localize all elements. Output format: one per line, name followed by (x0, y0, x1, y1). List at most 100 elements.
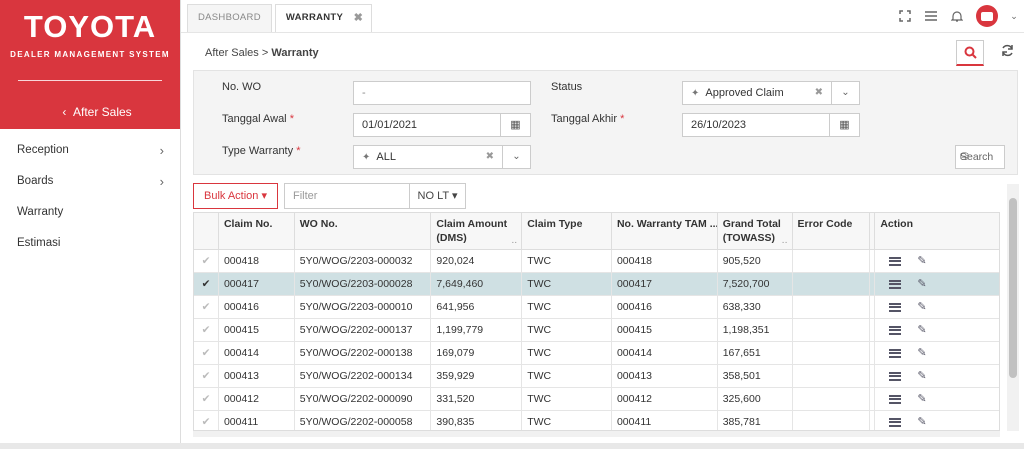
table-row[interactable]: ✔ 000417 5Y0/WOG/2203-000028 7,649,460 TWC 00… (194, 273, 999, 296)
row-checkbox[interactable]: ✔ (194, 342, 219, 364)
no-wo-input[interactable]: - (353, 81, 531, 105)
chevron-right-icon: › (159, 174, 164, 189)
table-row[interactable]: ✔ 000414 5Y0/WOG/2202-000138 169,079 TWC 0004… (194, 342, 999, 365)
chevron-down-icon[interactable]: ⌄ (1010, 9, 1018, 23)
chevron-down-icon[interactable]: ⌄ (831, 82, 859, 104)
row-checkbox[interactable]: ✔ (194, 411, 219, 430)
view-list-icon[interactable] (889, 417, 902, 427)
avatar[interactable] (976, 5, 998, 27)
table-row[interactable]: ✔ 000416 5Y0/WOG/2203-000010 641,956 TWC 0004… (194, 296, 999, 319)
col-error-code[interactable]: Error Code (793, 213, 871, 249)
clear-icon[interactable]: ✖ (815, 82, 823, 104)
bulk-action-button[interactable]: Bulk Action ▾ (193, 183, 278, 209)
type-warranty-select[interactable]: ✦ ALL ✖ ⌄ (353, 145, 531, 169)
brand-divider (18, 80, 162, 81)
col-no-warranty-tam[interactable]: No. Warranty TAM ... (612, 213, 718, 249)
table-row[interactable]: ✔ 000415 5Y0/WOG/2202-000137 1,199,779 TWC 00… (194, 319, 999, 342)
back-to-after-sales[interactable]: ‹ After Sales (0, 100, 180, 124)
tanggal-awal-input[interactable]: 01/01/2021 ▦ (353, 113, 531, 137)
type-warranty-label-text: Type Warranty (222, 145, 294, 157)
view-list-icon[interactable] (889, 394, 902, 404)
col-grand-total[interactable]: Grand Total (TOWASS).. (718, 213, 793, 249)
col-claim-amount[interactable]: Claim Amount (DMS).. (431, 213, 523, 249)
table-row[interactable]: ✔ 000418 5Y0/WOG/2203-000032 920,024 TWC 0004… (194, 250, 999, 273)
cell-wo-no: 5Y0/WOG/2202-000058 (295, 411, 432, 430)
scrollbar-thumb[interactable] (1009, 198, 1017, 378)
row-checkbox[interactable]: ✔ (194, 273, 219, 295)
row-checkbox[interactable]: ✔ (194, 296, 219, 318)
cell-claim-no: 000411 (219, 411, 295, 430)
col-wo-no[interactable]: WO No. (295, 213, 432, 249)
view-list-icon[interactable] (889, 302, 902, 312)
status-select[interactable]: ✦ Approved Claim ✖ ⌄ (682, 81, 860, 105)
tab-dashboard[interactable]: DASHBOARD (187, 4, 272, 32)
tanggal-akhir-label: Tanggal Akhir * (551, 113, 624, 125)
select-all-header[interactable] (194, 213, 219, 249)
pencil-icon[interactable]: ✎ (917, 411, 926, 430)
table-row[interactable]: ✔ 000411 5Y0/WOG/2202-000058 390,835 TWC 0004… (194, 411, 999, 430)
warranty-grid: Claim No. WO No. Claim Amount (DMS).. Cl… (193, 212, 1000, 431)
pencil-icon[interactable]: ✎ (917, 296, 926, 318)
nolt-dropdown[interactable]: NO LT ▾ (410, 183, 466, 209)
cell-claim-type: TWC (522, 273, 612, 295)
vertical-scrollbar[interactable] (1007, 184, 1019, 431)
cell-grand-total: 638,330 (718, 296, 793, 318)
cell-wo-no: 5Y0/WOG/2202-000138 (295, 342, 432, 364)
row-checkbox[interactable]: ✔ (194, 319, 219, 341)
cell-claim-amount: 7,649,460 (431, 273, 523, 295)
row-checkbox[interactable]: ✔ (194, 388, 219, 410)
pencil-icon[interactable]: ✎ (917, 273, 926, 295)
cell-claim-no: 000413 (219, 365, 295, 387)
type-warranty-label: Type Warranty * (222, 145, 300, 157)
search-icon (964, 46, 977, 59)
horizontal-scrollbar[interactable] (193, 431, 1000, 437)
col-claim-amount-label: Claim Amount (DMS) (436, 218, 508, 244)
breadcrumb-parent[interactable]: After Sales (205, 47, 259, 59)
view-list-icon[interactable] (889, 279, 902, 289)
col-claim-no[interactable]: Claim No. (219, 213, 295, 249)
sidebar-item-estimasi[interactable]: Estimasi (0, 228, 180, 259)
view-list-icon[interactable] (889, 256, 902, 266)
pencil-icon[interactable]: ✎ (917, 388, 926, 410)
bell-icon[interactable] (950, 9, 964, 23)
calendar-icon[interactable]: ▦ (829, 114, 859, 136)
required-marker: * (620, 113, 625, 125)
cell-no-warranty-tam: 000411 (612, 411, 718, 430)
pencil-icon[interactable]: ✎ (917, 342, 926, 364)
cell-grand-total: 905,520 (718, 250, 793, 272)
table-row[interactable]: ✔ 000413 5Y0/WOG/2202-000134 359,929 TWC 0004… (194, 365, 999, 388)
view-list-icon[interactable] (889, 348, 902, 358)
search-toggle-button[interactable] (956, 40, 984, 66)
tanggal-akhir-input[interactable]: 26/10/2023 ▦ (682, 113, 860, 137)
grid-filter-input[interactable]: Filter (284, 183, 410, 209)
row-checkbox[interactable]: ✔ (194, 365, 219, 387)
col-grand-total-label: Grand Total (TOWASS) (722, 218, 781, 244)
sidebar-item-reception[interactable]: Reception › (0, 135, 180, 166)
toyota-logo: TOYOTA (23, 9, 157, 44)
menu-icon[interactable] (924, 9, 938, 23)
chevron-right-icon: › (159, 143, 164, 158)
search-button[interactable]: ⛁ Search (955, 145, 1005, 169)
tab-warranty[interactable]: WARRANTY ✖ (274, 4, 373, 32)
row-checkbox[interactable]: ✔ (194, 250, 219, 272)
cell-error-code (793, 411, 871, 430)
clear-icon[interactable]: ✖ (486, 146, 494, 168)
cell-claim-type: TWC (522, 411, 612, 430)
col-claim-type[interactable]: Claim Type (522, 213, 612, 249)
close-icon[interactable]: ✖ (354, 5, 364, 31)
pencil-icon[interactable]: ✎ (917, 319, 926, 341)
sidebar-item-warranty[interactable]: Warranty (0, 197, 180, 228)
view-list-icon[interactable] (889, 325, 902, 335)
pencil-icon[interactable]: ✎ (917, 365, 926, 387)
cell-grand-total: 7,520,700 (718, 273, 793, 295)
cell-action: ✎ (875, 296, 999, 318)
status-label: Status (551, 81, 583, 93)
refresh-icon[interactable] (1001, 44, 1014, 60)
table-row[interactable]: ✔ 000412 5Y0/WOG/2202-000090 331,520 TWC 0004… (194, 388, 999, 411)
pencil-icon[interactable]: ✎ (917, 250, 926, 272)
chevron-down-icon[interactable]: ⌄ (502, 146, 530, 168)
fullscreen-icon[interactable] (898, 9, 912, 23)
calendar-icon[interactable]: ▦ (500, 114, 530, 136)
sidebar-item-boards[interactable]: Boards › (0, 166, 180, 197)
view-list-icon[interactable] (889, 371, 902, 381)
